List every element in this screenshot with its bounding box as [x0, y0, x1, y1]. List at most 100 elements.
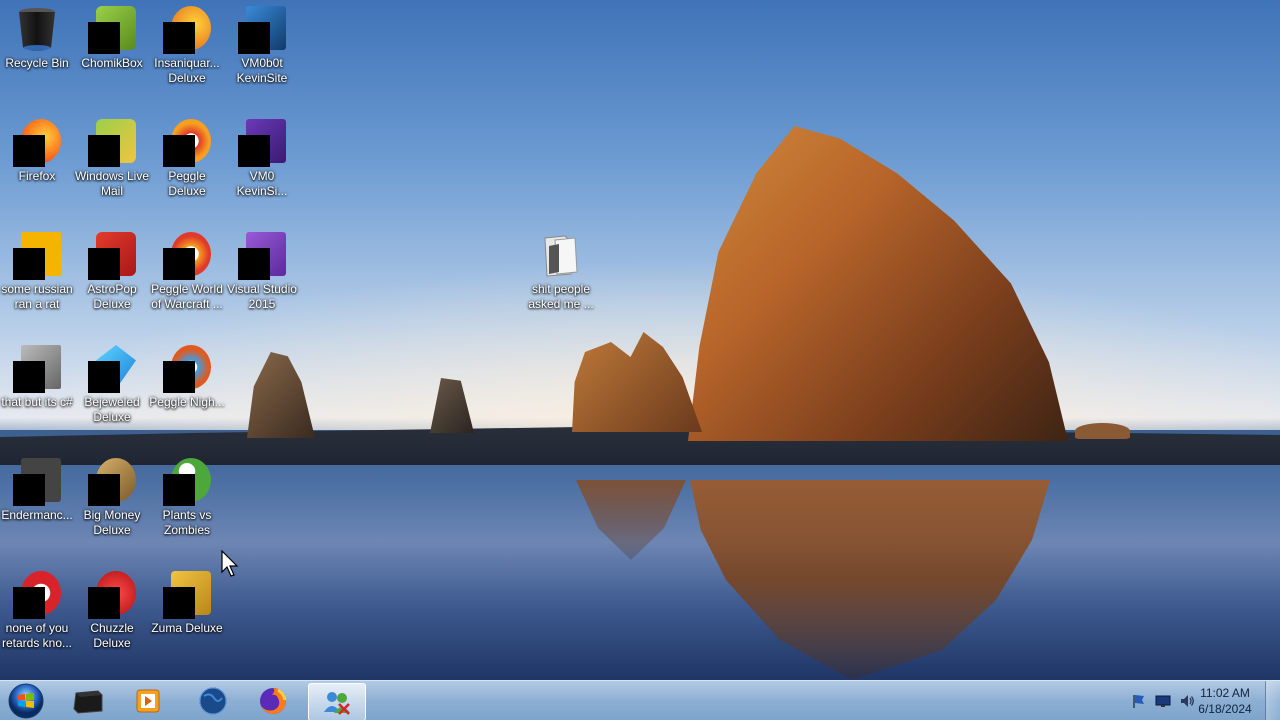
icon-label: Bejeweled Deluxe [84, 395, 140, 424]
desktop-icon-peggle[interactable]: Peggle Deluxe [150, 119, 224, 199]
icon-label: Zuma Deluxe [151, 621, 223, 635]
icon-label: shit people asked me ... [528, 282, 594, 311]
censor-block [163, 587, 195, 619]
icon-label: Firefox [18, 169, 56, 183]
shortcut-stack-icon [13, 345, 61, 393]
censor-block [13, 248, 45, 280]
chomikbox-icon [88, 6, 136, 54]
media-player-icon [136, 689, 160, 713]
windows-orb-icon [8, 683, 44, 719]
desktop-icon-firefox[interactable]: Firefox [0, 119, 74, 184]
show-desktop-button[interactable] [1265, 681, 1280, 720]
gem-icon [88, 345, 136, 393]
peggle-nights-icon [163, 345, 211, 393]
flower-icon [163, 458, 211, 506]
icon-label: Windows Live Mail [74, 169, 150, 198]
icon-label: VM0 KevinSi... [236, 169, 288, 198]
recycle-bin-icon [13, 6, 61, 54]
censor-block [88, 22, 120, 54]
taskbar-users-button[interactable] [308, 683, 366, 720]
visual-studio-icon [238, 232, 286, 280]
taskbar-terminal-button[interactable] [60, 683, 116, 719]
system-tray [1130, 691, 1196, 711]
desktop-icon-windows-live-mail[interactable]: Windows Live Mail [75, 119, 149, 199]
desktop-icon-peggle-wow[interactable]: Peggle World of Warcraft ... [150, 232, 224, 312]
document-icon [13, 458, 61, 506]
peggle-icon [163, 232, 211, 280]
clock-date: 6/18/2024 [1198, 702, 1252, 716]
censor-block [88, 361, 120, 393]
desktop-icon-vm0-kevinsite[interactable]: VM0 KevinSi... [225, 119, 299, 199]
censor-block [163, 135, 195, 167]
chuzzle-icon [88, 571, 136, 619]
icon-label: ChomikBox [81, 56, 143, 70]
icon-label: Peggle Nigh... [149, 395, 225, 409]
icon-label: none of you retards kno... [1, 621, 73, 650]
monitor-icon[interactable] [1154, 692, 1172, 710]
taskbar-media-player-button[interactable] [120, 683, 176, 719]
desktop-icon-big-money[interactable]: Big Money Deluxe [75, 458, 149, 538]
desktop-icon-astropop[interactable]: AstroPop Deluxe [75, 232, 149, 312]
censor-block [13, 474, 45, 506]
icon-label: some russian ran a rat [1, 282, 73, 311]
icon-label: Recycle Bin [5, 56, 69, 70]
wallpaper-rock-far [1075, 423, 1130, 439]
censor-block [238, 248, 270, 280]
taskbar-clock[interactable]: 11:02 AM 6/18/2024 [1194, 685, 1256, 717]
desktop-icon-plants-vs-zombies[interactable]: Plants vs Zombies [150, 458, 224, 538]
desktop-icon-zuma[interactable]: Zuma Deluxe [150, 571, 224, 636]
desktop-icon-insaniquarium[interactable]: Insaniquar... Deluxe [150, 6, 224, 86]
firefox-icon [260, 688, 287, 714]
visual-studio-icon [238, 119, 286, 167]
censor-block [13, 135, 45, 167]
censor-block [88, 135, 120, 167]
users-icon [324, 692, 350, 715]
icon-label: Peggle Deluxe [168, 169, 206, 198]
taskbar-firefox-button[interactable] [245, 683, 301, 719]
start-button[interactable] [6, 683, 46, 719]
terminal-icon [73, 690, 103, 714]
desktop-icon-folder[interactable]: shit people asked me ... [524, 232, 598, 312]
flag-icon[interactable] [1130, 692, 1148, 710]
icon-label: Chuzzle Deluxe [90, 621, 134, 650]
desktop-icon-visual-studio[interactable]: Visual Studio 2015 [225, 232, 299, 312]
icon-label: Endermanc... [1, 508, 73, 522]
desktop-icon-some-russian[interactable]: some russian ran a rat [0, 232, 74, 312]
taskbar-globe-button[interactable] [185, 683, 241, 719]
taskbar: 11:02 AM 6/18/2024 [0, 680, 1280, 720]
desktop-icon-peggle-nights[interactable]: Peggle Nigh... [149, 345, 225, 410]
icon-label: that but its c# [1, 395, 73, 409]
icon-label: AstroPop Deluxe [87, 282, 137, 311]
icon-label: Peggle World of Warcraft ... [151, 282, 223, 311]
censor-block [163, 248, 195, 280]
icon-label: VM0b0t KevinSite [236, 56, 288, 85]
censor-block [88, 587, 120, 619]
folder-icon [537, 232, 585, 280]
desktop-icon-vm0b0t[interactable]: VM0b0t KevinSite [225, 6, 299, 86]
censor-block [163, 474, 195, 506]
censor-block [238, 135, 270, 167]
desktop-icon-none-of-you[interactable]: none of you retards kno... [0, 571, 74, 651]
red-circle-icon [13, 571, 61, 619]
desktop-icon-that-but-its-c[interactable]: that but its c# [0, 345, 74, 410]
icon-label: Visual Studio 2015 [227, 282, 297, 311]
fish-icon [163, 6, 211, 54]
censor-block [163, 22, 195, 54]
monitor-icon [238, 6, 286, 54]
desktop-icon-chomikbox[interactable]: ChomikBox [75, 6, 149, 71]
desktop-icon-recycle-bin[interactable]: Recycle Bin [0, 6, 74, 71]
desktop-icon-chuzzle[interactable]: Chuzzle Deluxe [75, 571, 149, 651]
censor-block [13, 587, 45, 619]
clock-time: 11:02 AM [1200, 686, 1250, 700]
desktop-icon-bejeweled[interactable]: Bejeweled Deluxe [75, 345, 149, 425]
desktop[interactable]: Recycle Bin Firefox some russian ran a r… [0, 0, 1280, 720]
zuma-icon [163, 571, 211, 619]
icon-label: Insaniquar... Deluxe [154, 56, 220, 85]
censor-block [13, 361, 45, 393]
globe-icon [199, 687, 227, 715]
icon-label: Big Money Deluxe [83, 508, 141, 537]
desktop-icon-endermanc[interactable]: Endermanc... [0, 458, 74, 523]
money-icon [88, 458, 136, 506]
firefox-icon [13, 119, 61, 167]
icon-label: Plants vs Zombies [162, 508, 212, 537]
